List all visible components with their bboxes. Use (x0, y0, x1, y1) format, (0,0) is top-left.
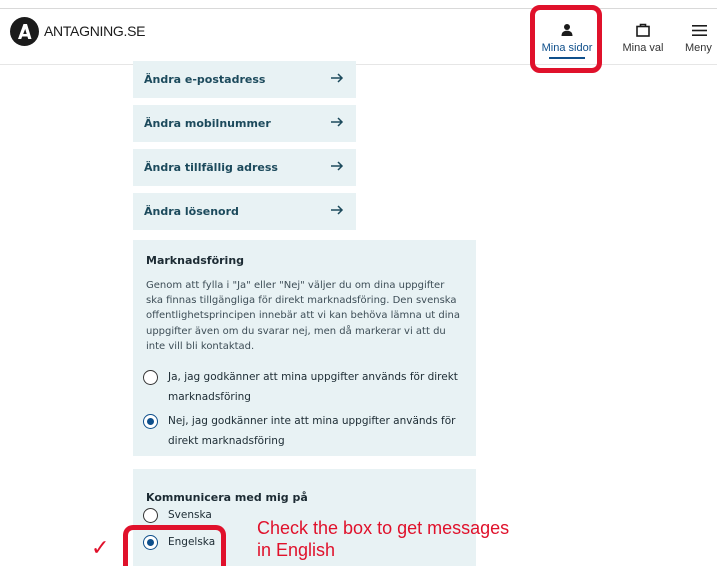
change-temp-address-label: Ändra tillfällig adress (144, 161, 278, 174)
nav-label-mina-val: Mina val (622, 42, 664, 54)
arrow-right-icon (330, 115, 344, 132)
marketing-option-no[interactable]: Nej, jag godkänner inte att mina uppgift… (143, 413, 468, 451)
hamburger-menu-icon (692, 22, 707, 41)
description-line: Genom att fylla i "Ja" eller "Nej" välje… (146, 280, 445, 291)
option-line: Ja, jag godkänner att mina uppgifter anv… (168, 371, 458, 383)
communication-title: Kommunicera med mig på (146, 491, 308, 504)
arrow-right-icon (330, 203, 344, 220)
option-line: marknadsföring (168, 391, 251, 403)
change-temp-address-link[interactable]: Ändra tillfällig adress (133, 149, 356, 186)
change-email-label: Ändra e-postadress (144, 73, 266, 86)
option-line: Nej, jag godkänner inte att mina uppgift… (168, 415, 456, 427)
radio-yes[interactable] (143, 370, 158, 385)
option-no-label: Nej, jag godkänner inte att mina uppgift… (168, 411, 468, 451)
highlight-engelska (123, 525, 226, 566)
change-mobile-link[interactable]: Ändra mobilnummer (133, 105, 356, 142)
marketing-panel: Marknadsföring Genom att fylla i "Ja" el… (133, 240, 476, 456)
annotation-line: Check the box to get messages (257, 518, 510, 538)
description-line: inte vill bli kontaktad. (146, 340, 255, 352)
change-password-label: Ändra lösenord (144, 205, 239, 218)
language-option-svenska[interactable]: Svenska (143, 507, 248, 525)
change-password-link[interactable]: Ändra lösenord (133, 193, 356, 230)
highlight-mina-sidor (530, 5, 602, 73)
bag-icon (636, 22, 651, 41)
checkmark-icon: ✓ (91, 536, 110, 561)
description-line: uppgifter även om du svarar nej, men då … (146, 325, 446, 337)
arrow-right-icon (330, 159, 344, 176)
svenska-label: Svenska (168, 509, 212, 521)
description-line: ska finnas tillgängliga för direkt markn… (146, 295, 457, 307)
header-divider (0, 64, 717, 65)
option-line: direkt marknadsföring (168, 435, 285, 447)
radio-no-checked[interactable] (143, 414, 158, 429)
nav-label-meny: Meny (685, 42, 712, 54)
annotation-line: in English (257, 540, 336, 560)
marketing-description: Genom att fylla i "Ja" eller "Nej" välje… (146, 278, 471, 354)
change-email-link[interactable]: Ändra e-postadress (133, 61, 356, 98)
radio-svenska[interactable] (143, 508, 158, 523)
description-line: offentlighetsprincipen innebär att vi ka… (146, 310, 460, 322)
change-mobile-label: Ändra mobilnummer (144, 117, 271, 130)
option-yes-label: Ja, jag godkänner att mina uppgifter anv… (168, 367, 468, 407)
nav-mina-val[interactable]: Mina val (615, 9, 671, 63)
site-name[interactable]: ANTAGNING.SE (44, 23, 145, 39)
nav-meny[interactable]: Meny (675, 9, 717, 63)
marketing-title: Marknadsföring (146, 254, 245, 267)
antagning-logo-icon[interactable] (10, 17, 39, 46)
annotation-text: Check the box to get messages in English (257, 517, 577, 561)
arrow-right-icon (330, 71, 344, 88)
marketing-option-yes[interactable]: Ja, jag godkänner att mina uppgifter anv… (143, 369, 468, 407)
